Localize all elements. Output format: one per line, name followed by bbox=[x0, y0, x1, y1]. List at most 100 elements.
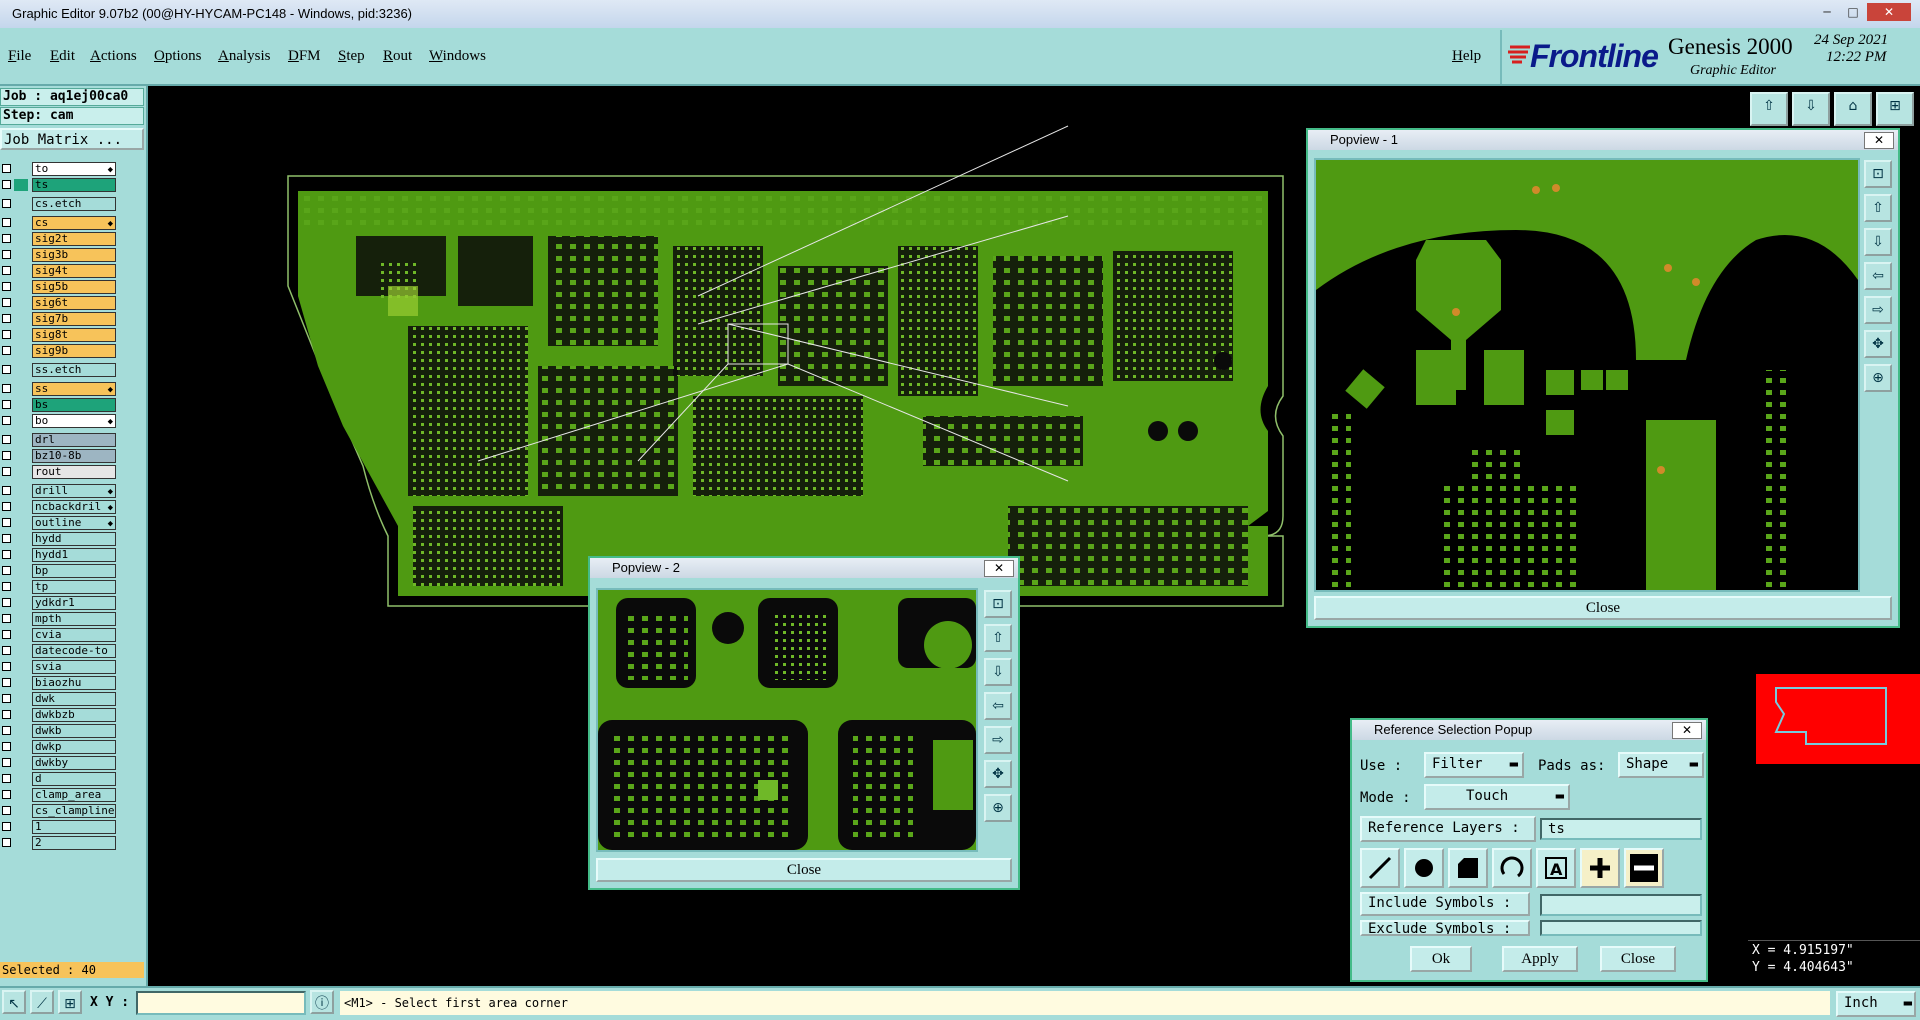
layer-checkbox[interactable] bbox=[2, 534, 11, 543]
layer-row[interactable]: 2 bbox=[0, 836, 118, 851]
popview-2-canvas[interactable] bbox=[596, 588, 978, 852]
layer-name[interactable]: sig5b bbox=[32, 280, 116, 294]
menu-windows[interactable]: Windows bbox=[429, 48, 486, 65]
layer-checkbox[interactable] bbox=[2, 164, 11, 173]
layer-checkbox[interactable] bbox=[2, 758, 11, 767]
positive-polarity-icon[interactable] bbox=[1580, 848, 1620, 888]
layer-name[interactable]: to ◆ bbox=[32, 162, 116, 176]
layer-row[interactable]: rout bbox=[0, 465, 118, 480]
menu-actions[interactable]: Actions bbox=[90, 48, 137, 65]
layer-checkbox[interactable] bbox=[2, 822, 11, 831]
layer-name[interactable]: hydd bbox=[32, 532, 116, 546]
popview-2-pan-up-icon[interactable]: ⇧ bbox=[984, 624, 1012, 652]
pointer-tool-icon[interactable]: ↖ bbox=[2, 990, 26, 1014]
popview-1-pan-left-icon[interactable]: ⇦ bbox=[1864, 262, 1892, 290]
layer-checkbox[interactable] bbox=[2, 550, 11, 559]
layer-name[interactable]: drill ◆ bbox=[32, 484, 116, 498]
popview-2-pan-right-icon[interactable]: ⇨ bbox=[984, 726, 1012, 754]
exclude-symbols-field[interactable] bbox=[1540, 920, 1702, 936]
info-icon[interactable]: ⓘ bbox=[310, 990, 334, 1014]
reference-layers-button[interactable]: Reference Layers : bbox=[1360, 816, 1536, 842]
layer-checkbox[interactable] bbox=[2, 614, 11, 623]
layer-name[interactable]: dwkb bbox=[32, 724, 116, 738]
layer-name[interactable]: ncbackdril ◆ bbox=[32, 500, 116, 514]
layer-checkbox[interactable] bbox=[2, 678, 11, 687]
layer-name[interactable]: sig8t bbox=[32, 328, 116, 342]
popview-1-close-icon[interactable]: ✕ bbox=[1864, 132, 1894, 149]
layer-name[interactable]: cvia bbox=[32, 628, 116, 642]
popview-2-close-button[interactable]: Close bbox=[596, 858, 1012, 882]
layer-name[interactable]: ss ◆ bbox=[32, 382, 116, 396]
layer-row[interactable]: biaozhu bbox=[0, 676, 118, 691]
layer-row[interactable]: bz10-8b bbox=[0, 449, 118, 464]
menu-file[interactable]: File bbox=[8, 48, 31, 65]
pad-symbol-icon[interactable] bbox=[1404, 848, 1444, 888]
popview-1-zoom-out-icon[interactable]: ⊕ bbox=[1864, 364, 1892, 392]
layer-row[interactable]: cs_clampline bbox=[0, 804, 118, 819]
popview-1-canvas[interactable] bbox=[1314, 158, 1860, 592]
popview-1-pan-down-icon[interactable]: ⇩ bbox=[1864, 228, 1892, 256]
apply-button[interactable]: Apply bbox=[1502, 946, 1578, 972]
layer-name[interactable]: bp bbox=[32, 564, 116, 578]
layer-checkbox[interactable] bbox=[2, 598, 11, 607]
popview-1-close-button[interactable]: Close bbox=[1314, 596, 1892, 620]
surface-symbol-icon[interactable] bbox=[1448, 848, 1488, 888]
use-dropdown[interactable]: Filter ▬ bbox=[1424, 752, 1524, 778]
menu-rout[interactable]: Rout bbox=[383, 48, 412, 65]
layer-checkbox[interactable] bbox=[2, 790, 11, 799]
menu-options[interactable]: Options bbox=[154, 48, 202, 65]
layer-name[interactable]: 2 bbox=[32, 836, 116, 850]
ok-button[interactable]: Ok bbox=[1410, 946, 1472, 972]
popview-2-zoom-in-icon[interactable]: ✥ bbox=[984, 760, 1012, 788]
layer-row[interactable]: sig2t bbox=[0, 232, 118, 247]
popview-2-zoom-fit-icon[interactable]: ⊡ bbox=[984, 590, 1012, 618]
layer-row[interactable]: dwkbzb bbox=[0, 708, 118, 723]
layer-name[interactable]: sig2t bbox=[32, 232, 116, 246]
layer-checkbox[interactable] bbox=[2, 694, 11, 703]
layer-name[interactable]: dwk bbox=[32, 692, 116, 706]
layer-checkbox[interactable] bbox=[2, 218, 11, 227]
layer-menu-icon[interactable]: ◆ bbox=[108, 384, 113, 395]
layer-name[interactable]: ss.etch bbox=[32, 363, 116, 377]
layer-name[interactable]: ydkdr1 bbox=[32, 596, 116, 610]
arc-symbol-icon[interactable] bbox=[1492, 848, 1532, 888]
view-up-icon[interactable]: ⇧ bbox=[1750, 92, 1788, 126]
layer-checkbox[interactable] bbox=[2, 416, 11, 425]
layer-row[interactable]: dwk bbox=[0, 692, 118, 707]
pads-as-dropdown[interactable]: Shape ▬ bbox=[1618, 752, 1704, 778]
text-symbol-icon[interactable]: A bbox=[1536, 848, 1576, 888]
layer-checkbox[interactable] bbox=[2, 282, 11, 291]
layer-checkbox[interactable] bbox=[2, 199, 11, 208]
layer-checkbox[interactable] bbox=[2, 486, 11, 495]
layer-row[interactable]: datecode-to bbox=[0, 644, 118, 659]
layer-checkbox[interactable] bbox=[2, 630, 11, 639]
reference-layers-field[interactable]: ts bbox=[1540, 818, 1702, 840]
popview-1-pan-right-icon[interactable]: ⇨ bbox=[1864, 296, 1892, 324]
layer-row[interactable]: ncbackdril ◆ bbox=[0, 500, 118, 515]
layer-row[interactable]: sig5b bbox=[0, 280, 118, 295]
layer-row[interactable]: mpth bbox=[0, 612, 118, 627]
measure-tool-icon[interactable]: ⟋ bbox=[30, 990, 54, 1014]
layer-name[interactable]: mpth bbox=[32, 612, 116, 626]
layer-name[interactable]: cs ◆ bbox=[32, 216, 116, 230]
layer-name[interactable]: bs bbox=[32, 398, 116, 412]
layer-checkbox[interactable] bbox=[2, 582, 11, 591]
layer-row[interactable]: 1 bbox=[0, 820, 118, 835]
close-window-button[interactable]: ✕ bbox=[1867, 3, 1911, 21]
split-view-icon[interactable]: ⊞ bbox=[1876, 92, 1914, 126]
menu-step[interactable]: Step bbox=[338, 48, 365, 65]
menu-dfm[interactable]: DFM bbox=[288, 48, 321, 65]
layer-row[interactable]: dwkb bbox=[0, 724, 118, 739]
layer-checkbox[interactable] bbox=[2, 180, 11, 189]
popview-1-zoom-in-icon[interactable]: ✥ bbox=[1864, 330, 1892, 358]
layer-name[interactable]: bo ◆ bbox=[32, 414, 116, 428]
layer-row[interactable]: cs.etch bbox=[0, 197, 118, 212]
layer-menu-icon[interactable]: ◆ bbox=[108, 486, 113, 497]
layer-checkbox[interactable] bbox=[2, 266, 11, 275]
popview-2-close-icon[interactable]: ✕ bbox=[984, 560, 1014, 577]
popview-1-zoom-fit-icon[interactable]: ⊡ bbox=[1864, 160, 1892, 188]
line-symbol-icon[interactable] bbox=[1360, 848, 1400, 888]
popview-1-pan-up-icon[interactable]: ⇧ bbox=[1864, 194, 1892, 222]
layer-row[interactable]: svia bbox=[0, 660, 118, 675]
layer-name[interactable]: datecode-to bbox=[32, 644, 116, 658]
